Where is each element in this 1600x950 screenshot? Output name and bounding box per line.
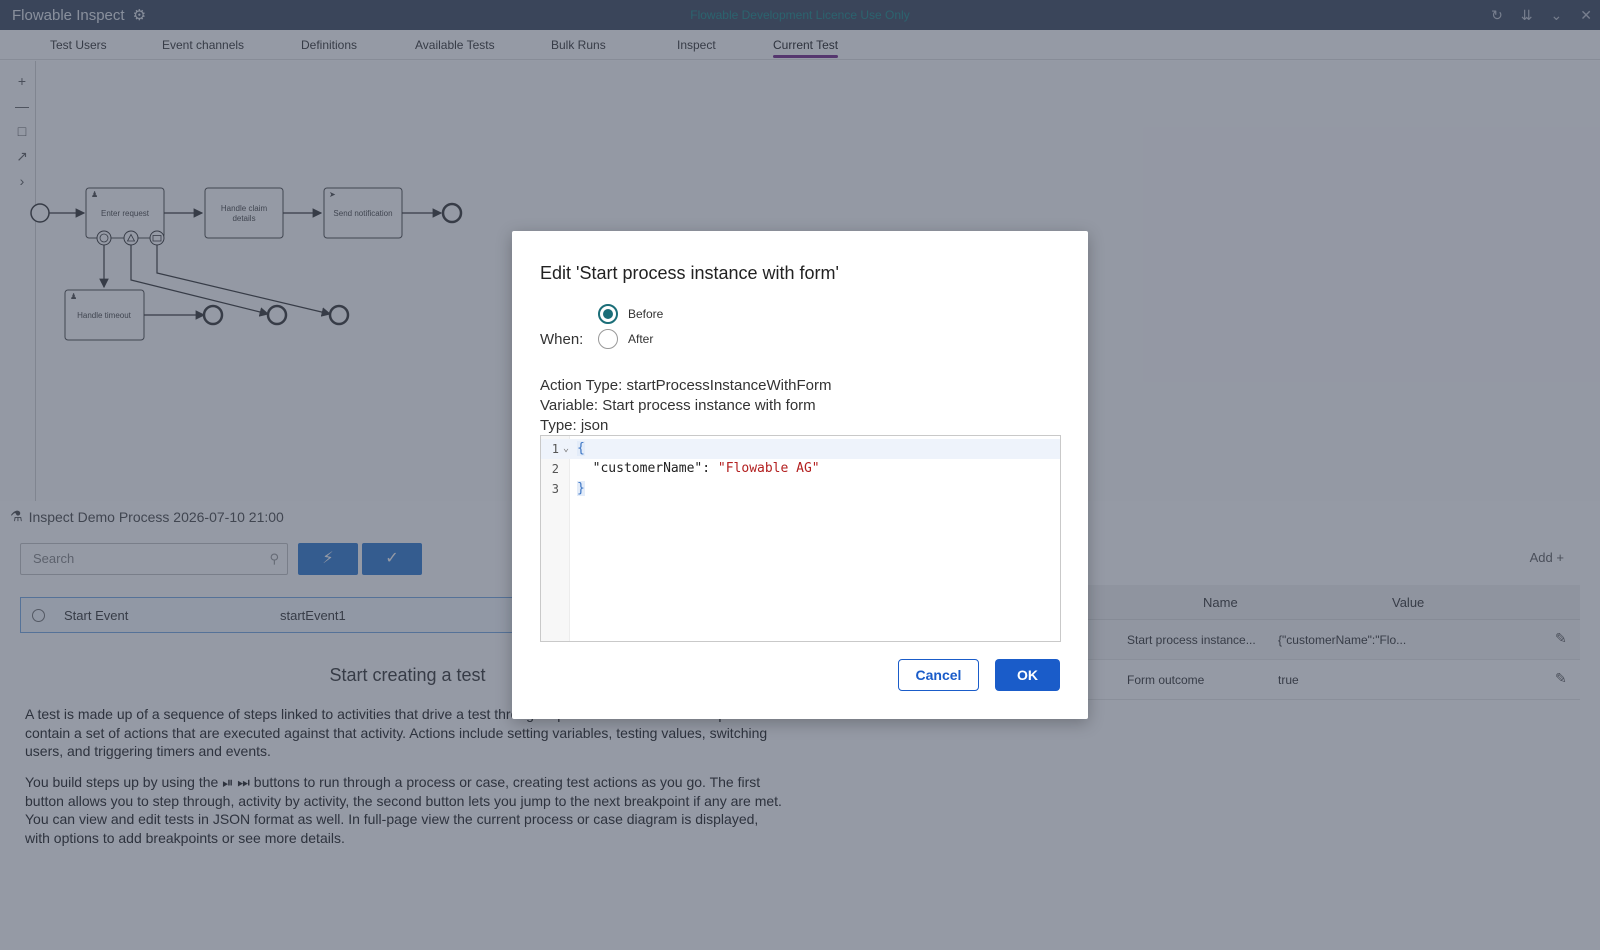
editor-line: 2 "customerName": "Flowable AG" (551, 461, 820, 476)
editor-line: 1 ⌄ { (541, 439, 1060, 459)
cancel-button[interactable]: Cancel (898, 659, 979, 691)
json-editor[interactable]: 1 ⌄ { 2 "customerName": "Flowable AG" 3 … (540, 435, 1061, 642)
action-type: Action Type: startProcessInstanceWithFor… (540, 377, 832, 394)
radio-before-indicator[interactable] (598, 304, 618, 324)
editor-line: 3 } (551, 481, 585, 496)
when-label: When: (540, 331, 584, 348)
fold-chevron-icon[interactable]: ⌄ (563, 439, 569, 459)
variable-type: Type: json (540, 417, 609, 434)
variable-name: Variable: Start process instance with fo… (540, 397, 816, 414)
radio-after[interactable]: After (598, 329, 653, 349)
radio-before[interactable]: Before (598, 304, 663, 324)
radio-after-indicator[interactable] (598, 329, 618, 349)
edit-action-dialog: Edit 'Start process instance with form' … (512, 231, 1088, 719)
dialog-title: Edit 'Start process instance with form' (540, 263, 839, 283)
ok-button[interactable]: OK (995, 659, 1060, 691)
